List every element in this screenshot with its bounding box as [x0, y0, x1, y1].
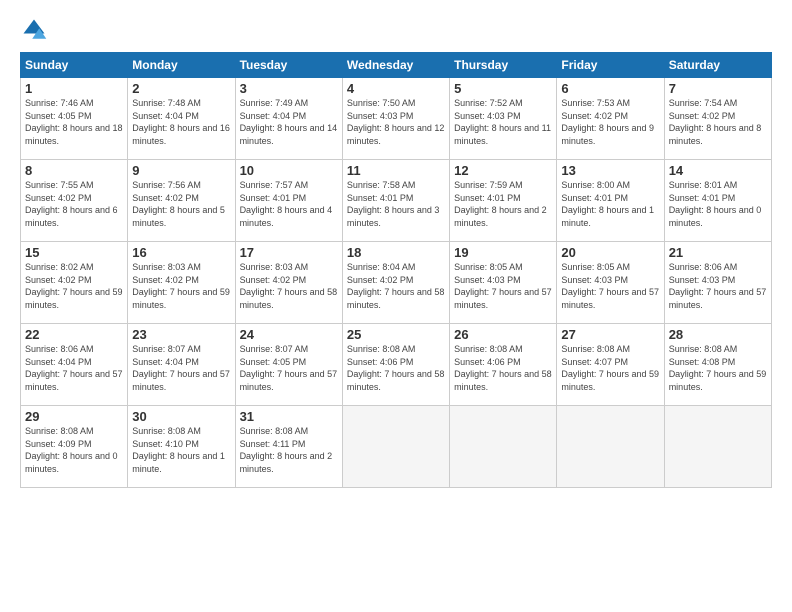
table-row: 22Sunrise: 8:06 AMSunset: 4:04 PMDayligh… — [21, 324, 128, 406]
table-row: 30Sunrise: 8:08 AMSunset: 4:10 PMDayligh… — [128, 406, 235, 488]
table-row: 23Sunrise: 8:07 AMSunset: 4:04 PMDayligh… — [128, 324, 235, 406]
table-row: 31Sunrise: 8:08 AMSunset: 4:11 PMDayligh… — [235, 406, 342, 488]
table-row: 29Sunrise: 8:08 AMSunset: 4:09 PMDayligh… — [21, 406, 128, 488]
weekday-header-row: SundayMondayTuesdayWednesdayThursdayFrid… — [21, 53, 772, 78]
table-row: 21Sunrise: 8:06 AMSunset: 4:03 PMDayligh… — [664, 242, 771, 324]
weekday-header-sunday: Sunday — [21, 53, 128, 78]
table-row: 9Sunrise: 7:56 AMSunset: 4:02 PMDaylight… — [128, 160, 235, 242]
weekday-header-friday: Friday — [557, 53, 664, 78]
table-row: 6Sunrise: 7:53 AMSunset: 4:02 PMDaylight… — [557, 78, 664, 160]
table-row: 16Sunrise: 8:03 AMSunset: 4:02 PMDayligh… — [128, 242, 235, 324]
table-row: 4Sunrise: 7:50 AMSunset: 4:03 PMDaylight… — [342, 78, 449, 160]
table-row — [450, 406, 557, 488]
weekday-header-wednesday: Wednesday — [342, 53, 449, 78]
table-row: 12Sunrise: 7:59 AMSunset: 4:01 PMDayligh… — [450, 160, 557, 242]
table-row: 24Sunrise: 8:07 AMSunset: 4:05 PMDayligh… — [235, 324, 342, 406]
table-row: 11Sunrise: 7:58 AMSunset: 4:01 PMDayligh… — [342, 160, 449, 242]
table-row: 19Sunrise: 8:05 AMSunset: 4:03 PMDayligh… — [450, 242, 557, 324]
weekday-header-monday: Monday — [128, 53, 235, 78]
weekday-header-saturday: Saturday — [664, 53, 771, 78]
calendar-table: SundayMondayTuesdayWednesdayThursdayFrid… — [20, 52, 772, 488]
table-row: 5Sunrise: 7:52 AMSunset: 4:03 PMDaylight… — [450, 78, 557, 160]
table-row: 17Sunrise: 8:03 AMSunset: 4:02 PMDayligh… — [235, 242, 342, 324]
table-row — [557, 406, 664, 488]
logo — [20, 16, 52, 44]
table-row: 2Sunrise: 7:48 AMSunset: 4:04 PMDaylight… — [128, 78, 235, 160]
calendar-week-1: 8Sunrise: 7:55 AMSunset: 4:02 PMDaylight… — [21, 160, 772, 242]
calendar-week-2: 15Sunrise: 8:02 AMSunset: 4:02 PMDayligh… — [21, 242, 772, 324]
page: SundayMondayTuesdayWednesdayThursdayFrid… — [0, 0, 792, 612]
header — [20, 16, 772, 44]
table-row: 3Sunrise: 7:49 AMSunset: 4:04 PMDaylight… — [235, 78, 342, 160]
calendar-week-3: 22Sunrise: 8:06 AMSunset: 4:04 PMDayligh… — [21, 324, 772, 406]
calendar-week-4: 29Sunrise: 8:08 AMSunset: 4:09 PMDayligh… — [21, 406, 772, 488]
table-row: 14Sunrise: 8:01 AMSunset: 4:01 PMDayligh… — [664, 160, 771, 242]
weekday-header-thursday: Thursday — [450, 53, 557, 78]
table-row: 25Sunrise: 8:08 AMSunset: 4:06 PMDayligh… — [342, 324, 449, 406]
table-row: 8Sunrise: 7:55 AMSunset: 4:02 PMDaylight… — [21, 160, 128, 242]
table-row: 15Sunrise: 8:02 AMSunset: 4:02 PMDayligh… — [21, 242, 128, 324]
table-row: 20Sunrise: 8:05 AMSunset: 4:03 PMDayligh… — [557, 242, 664, 324]
weekday-header-tuesday: Tuesday — [235, 53, 342, 78]
table-row — [664, 406, 771, 488]
table-row: 18Sunrise: 8:04 AMSunset: 4:02 PMDayligh… — [342, 242, 449, 324]
table-row: 7Sunrise: 7:54 AMSunset: 4:02 PMDaylight… — [664, 78, 771, 160]
table-row: 13Sunrise: 8:00 AMSunset: 4:01 PMDayligh… — [557, 160, 664, 242]
table-row: 27Sunrise: 8:08 AMSunset: 4:07 PMDayligh… — [557, 324, 664, 406]
table-row — [342, 406, 449, 488]
table-row: 28Sunrise: 8:08 AMSunset: 4:08 PMDayligh… — [664, 324, 771, 406]
table-row: 1Sunrise: 7:46 AMSunset: 4:05 PMDaylight… — [21, 78, 128, 160]
logo-icon — [20, 16, 48, 44]
table-row: 26Sunrise: 8:08 AMSunset: 4:06 PMDayligh… — [450, 324, 557, 406]
table-row: 10Sunrise: 7:57 AMSunset: 4:01 PMDayligh… — [235, 160, 342, 242]
calendar-week-0: 1Sunrise: 7:46 AMSunset: 4:05 PMDaylight… — [21, 78, 772, 160]
